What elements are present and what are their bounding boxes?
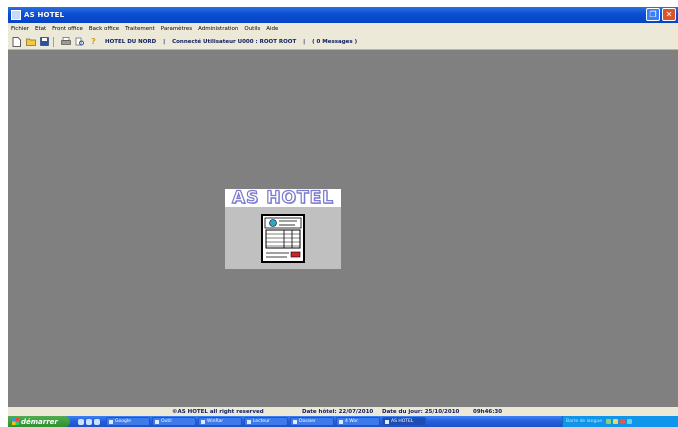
system-tray: Barre de langue <box>562 416 678 427</box>
connected-user: Connecté Utilisateur U000 : ROOT ROOT <box>172 38 297 45</box>
task-label: WinRar <box>207 418 224 424</box>
invoice-icon <box>261 214 305 263</box>
menu-administration[interactable]: Administration <box>195 26 241 32</box>
menu-back-office[interactable]: Back office <box>86 26 122 32</box>
window-title: AS HOTEL <box>24 11 65 19</box>
logo-panel <box>225 207 341 269</box>
quick-launch <box>78 418 100 425</box>
task-list: Google Outil WinRar Lecteur Dossier 4 Wo… <box>106 417 426 426</box>
title-bar[interactable]: AS HOTEL ❐ ✕ <box>8 7 678 23</box>
menu-aide[interactable]: Aide <box>263 26 281 32</box>
task-icon <box>109 419 113 424</box>
new-document-icon[interactable] <box>11 36 22 47</box>
logo-text: AS HOTEL <box>231 187 335 208</box>
menu-bar: Fichier Etat Front office Back office Tr… <box>8 23 678 34</box>
hotel-date: Date hôtel: 22/07/2010 <box>302 408 374 415</box>
windows-logo-icon <box>12 418 19 425</box>
taskbar-item[interactable]: Dossier <box>290 417 334 426</box>
logo-band: AS HOTEL <box>225 187 341 209</box>
menu-parametres[interactable]: Paramètres <box>158 26 195 32</box>
window-controls: ❐ ✕ <box>646 8 676 21</box>
start-button[interactable]: démarrer <box>8 416 70 427</box>
start-label: démarrer <box>21 417 58 426</box>
app-icon <box>11 10 21 20</box>
save-icon[interactable] <box>39 36 50 47</box>
task-icon <box>385 419 389 424</box>
current-date: Date du jour: 25/10/2010 <box>382 408 460 415</box>
app-window: AS HOTEL ❐ ✕ Fichier Etat Front office B… <box>8 7 678 427</box>
taskbar-item-as-hotel[interactable]: AS HOTEL <box>382 417 426 426</box>
taskbar-item[interactable]: Outil <box>152 417 196 426</box>
current-time: 09h46:30 <box>473 408 503 415</box>
menu-front-office[interactable]: Front office <box>49 26 86 32</box>
language-bar-label[interactable]: Barre de langue <box>566 419 602 424</box>
browser-icon[interactable] <box>78 418 84 425</box>
menu-etat[interactable]: Etat <box>32 26 49 32</box>
separator: | <box>303 38 306 45</box>
network-icon[interactable] <box>605 419 611 424</box>
antivirus-icon[interactable] <box>626 419 632 424</box>
email-icon[interactable] <box>86 418 92 425</box>
menu-traitement[interactable]: Traitement <box>122 26 158 32</box>
task-label: Google <box>115 418 131 424</box>
session-info: HOTEL DU NORD | Connecté Utilisateur U00… <box>105 39 362 45</box>
taskbar-item[interactable]: Lecteur <box>244 417 288 426</box>
volume-icon[interactable] <box>612 419 618 424</box>
task-label: AS HOTEL <box>391 418 414 424</box>
task-label: 4 Wor <box>345 418 359 424</box>
task-label: Lecteur <box>253 418 270 424</box>
security-icon[interactable] <box>619 419 625 424</box>
desktop-icon[interactable] <box>94 418 100 425</box>
restore-button[interactable]: ❐ <box>646 8 660 21</box>
task-icon <box>293 419 297 424</box>
taskbar: démarrer Google Outil WinRar Lecteur Dos… <box>8 416 678 427</box>
separator: | <box>163 38 166 45</box>
task-icon <box>339 419 343 424</box>
close-button[interactable]: ✕ <box>662 8 676 21</box>
menu-outils[interactable]: Outils <box>241 26 263 32</box>
hotel-name: HOTEL DU NORD <box>105 38 157 45</box>
toolbar-separator <box>53 36 54 47</box>
open-folder-icon[interactable] <box>25 36 36 47</box>
print-preview-icon[interactable] <box>74 36 85 47</box>
taskbar-item[interactable]: 4 Wor <box>336 417 380 426</box>
task-icon <box>155 419 159 424</box>
taskbar-item[interactable]: WinRar <box>198 417 242 426</box>
print-icon[interactable] <box>60 36 71 47</box>
help-icon[interactable]: ? <box>88 36 99 47</box>
task-label: Outil <box>161 418 172 424</box>
copyright-text: ©AS HOTEL all right reserved <box>172 408 264 415</box>
task-icon <box>247 419 251 424</box>
toolbar: ? HOTEL DU NORD | Connecté Utilisateur U… <box>8 34 678 50</box>
taskbar-item[interactable]: Google <box>106 417 150 426</box>
messages-count[interactable]: ( 0 Messages ) <box>312 39 357 45</box>
task-label: Dossier <box>299 418 316 424</box>
status-bar: ©AS HOTEL all right reserved Date hôtel:… <box>8 407 678 416</box>
splash-logo: AS HOTEL <box>225 187 341 269</box>
task-icon <box>201 419 205 424</box>
menu-fichier[interactable]: Fichier <box>8 26 32 32</box>
